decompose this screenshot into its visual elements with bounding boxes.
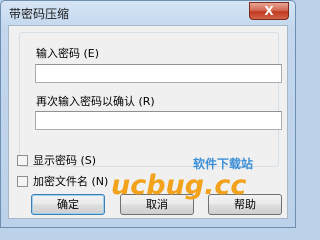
password-group: 输入密码 (E) 再次输入密码以确认 (R): [19, 32, 282, 167]
cancel-button[interactable]: 取消: [120, 194, 194, 215]
title-bar[interactable]: 带密码压缩 X: [1, 1, 295, 25]
close-icon: X: [264, 4, 274, 18]
encrypt-filenames-checkbox[interactable]: [17, 175, 28, 187]
close-button[interactable]: X: [249, 2, 289, 20]
confirm-password-label: 再次输入密码以确认 (R): [36, 95, 155, 108]
show-password-option[interactable]: 显示密码 (S): [17, 152, 96, 168]
window-title: 带密码压缩: [9, 7, 70, 21]
help-button[interactable]: 帮助: [208, 194, 282, 215]
ok-button[interactable]: 确定: [31, 194, 105, 215]
password-input[interactable]: [35, 64, 282, 83]
show-password-label: 显示密码 (S): [33, 154, 97, 167]
confirm-password-input[interactable]: [35, 111, 282, 130]
encrypt-filenames-option[interactable]: 加密文件名 (N): [17, 173, 108, 189]
dialog-window: 带密码压缩 X 输入密码 (E) 再次输入密码以确认 (R) 显示密码 (S) …: [0, 0, 296, 228]
show-password-checkbox[interactable]: [17, 154, 28, 166]
dialog-client-area: 输入密码 (E) 再次输入密码以确认 (R) 显示密码 (S) 加密文件名 (N…: [8, 25, 288, 219]
encrypt-filenames-label: 加密文件名 (N): [33, 175, 109, 188]
password-label: 输入密码 (E): [36, 47, 100, 60]
